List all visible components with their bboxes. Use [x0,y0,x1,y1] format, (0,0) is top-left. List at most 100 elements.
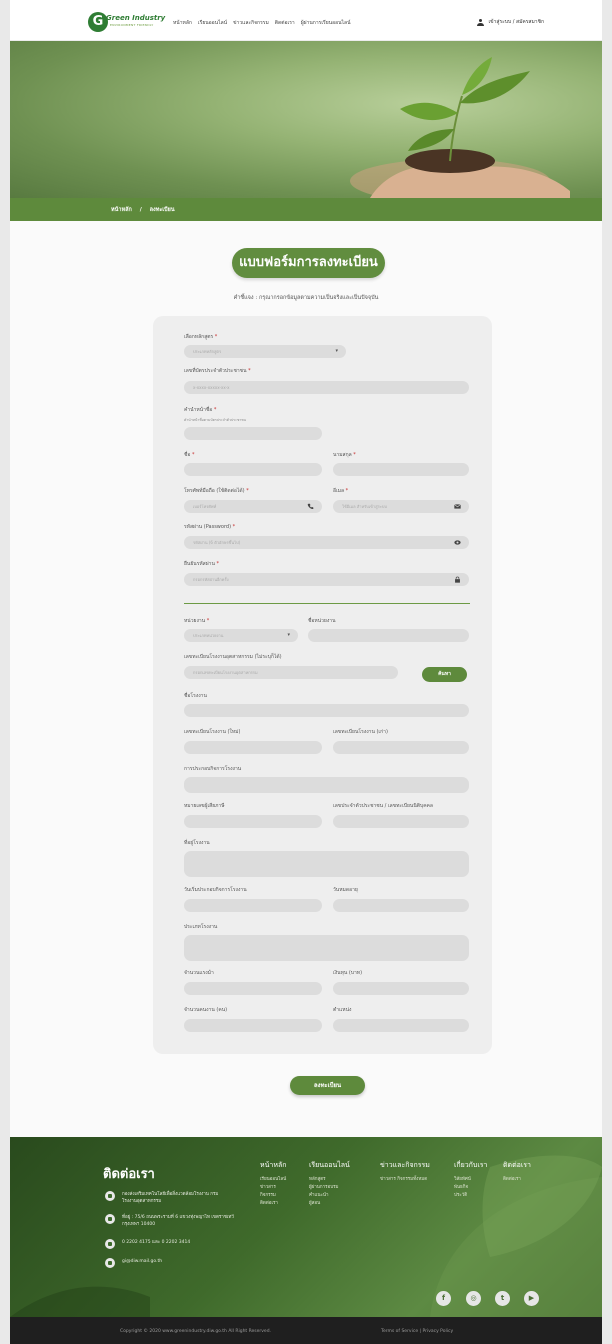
hero-plant-illustration [350,57,570,198]
facebook-icon[interactable]: f [436,1291,451,1306]
address-label: ที่อยู่โรงงาน [184,840,210,846]
address-textarea[interactable] [184,851,469,877]
footer: ติดต่อเรา กองส่งเสริมเทคโนโลยีเพื่อสิ่งแ… [10,1137,602,1317]
form-title: แบบฟอร์มการลงทะเบียน [232,248,385,278]
footer-col-home: หน้าหลัก เรียนออนไลน์ ข่าวสาร กิจกรรม ติ… [260,1161,287,1206]
prefix-hint: คำนำหน้าชื่อตามบัตรประจำตัวประชาชน [184,418,247,422]
org-label: หน่วยงาน * [184,618,210,624]
login-register-label: เข้าสู่ระบบ / สมัครสมาชิก [488,19,544,25]
confirm-password-label: ยืนยันรหัสผ่าน * [184,561,219,567]
footer-col-news: ข่าวและกิจกรรม ข่าวสาร กิจกรรมทั้งหมด [380,1161,430,1182]
position-label: ตำแหน่ง [333,1007,352,1013]
regnew-input[interactable] [184,741,322,754]
capital-label: เงินทุน (บาท) [333,970,363,976]
idcard-label: เลขที่บัตรประจำตัวประชาชน * [184,368,251,374]
email-label: อีเมล * [333,488,349,494]
idcard-input[interactable]: x-xxxx-xxxxx-xx-x [184,381,469,394]
logo-tagline: ENVIRONMENT FRIENDLY [110,23,154,27]
confirm-password-input[interactable]: กรอกรหัสผ่านอีกครั้ง [184,573,469,586]
orgname-input[interactable] [308,629,469,642]
startdate-input[interactable] [184,899,322,912]
nav-item-home[interactable]: หน้าหลัก [173,19,192,27]
instagram-icon[interactable]: ◎ [466,1291,481,1306]
copyright-text: Copyright © 2020 www.greenindustry.diw.g… [120,1329,271,1334]
horsepower-input[interactable] [184,982,322,995]
lock-icon [455,576,460,583]
green-industry-logo[interactable]: G Green Industry ENVIRONMENT FRIENDLY [88,12,168,32]
password-label: รหัสผ่าน (Password) * [184,524,236,530]
nav-item-graduates[interactable]: ผู้ผ่านการเรียนออนไลน์ [301,19,351,27]
position-input[interactable] [333,1019,469,1032]
expire-label: วันหมดอายุ [333,887,358,893]
regold-label: เลขทะเบียนโรงงาน (เก่า) [333,729,388,735]
footer-contact-org: กองส่งเสริมเทคโนโลยีเพื่อสิ่งแวดล้อมโรงง… [105,1191,230,1205]
logo-text: Green Industry [106,14,166,22]
email-input[interactable]: ใช้อีเมล สำหรับเข้าสู่ระบบ [333,500,469,513]
capital-input[interactable] [333,982,469,995]
regnew-label: เลขทะเบียนโรงงาน (ใหม่) [184,729,241,735]
prefix-label: คำนำหน้าชื่อ * [184,407,217,413]
orgname-label: ชื่อหน่วยงาน [308,618,336,624]
factorytype-input[interactable] [184,935,469,961]
business-input[interactable] [184,777,469,793]
login-register-link[interactable]: เข้าสู่ระบบ / สมัครสมาชิก [477,18,544,26]
taxid-input[interactable] [184,815,322,828]
email-icon [105,1258,115,1268]
firstname-input[interactable] [184,463,322,476]
building-icon [105,1191,115,1201]
regold-input[interactable] [333,741,469,754]
factoryname-input[interactable] [184,704,469,717]
footer-col-about: เกี่ยวกับเรา วิสัยทัศน์ พันธกิจ ประวัติ [454,1161,488,1198]
prefix-input[interactable] [184,427,322,440]
nav-item-contact[interactable]: ติดต่อเรา [275,19,295,27]
footer-col-contact: ติดต่อเรา ติดต่อเรา [503,1161,531,1182]
phone-icon [307,503,314,510]
phone-icon [105,1239,115,1249]
lastname-input[interactable] [333,463,469,476]
factoryreg-label: เลขทะเบียนโรงงานอุตสาหกรรม (ไม่ระบุก็ได้… [184,654,282,660]
footer-contact-title: ติดต่อเรา [103,1167,155,1182]
breadcrumb-current: ลงทะเบียน [149,207,175,213]
org-select[interactable]: ประเภทหน่วยงาน [184,629,298,642]
breadcrumb-separator: / [139,207,142,213]
twitter-icon[interactable]: t [495,1291,510,1306]
youtube-icon[interactable]: ▶ [524,1291,539,1306]
search-button[interactable]: ค้นหา [422,667,467,682]
workers-label: จำนวนคนงาน (คน) [184,1007,228,1013]
expire-input[interactable] [333,899,469,912]
form-instruction: คำชี้แจง : กรุณากรอกข้อมูลตามความเป็นจริ… [233,295,379,301]
envelope-icon [454,504,461,509]
main-nav: หน้าหลัก เรียนออนไลน์ ข่าวและกิจกรรม ติด… [173,19,351,27]
breadcrumb: หน้าหลัก / ลงทะเบียน [10,198,602,221]
juristic-label: เลขประจำตัวประชาชน / เลขทะเบียนนิติบุคคล [333,803,433,809]
mobile-label: โทรศัพท์มือถือ (ใช้ติดต่อได้) * [184,488,249,494]
factoryreg-input[interactable]: กรอกเลขทะเบียนโรงงานอุตสาหกรรม [184,666,398,679]
nav-item-online-learning[interactable]: เรียนออนไลน์ [198,19,227,27]
workers-input[interactable] [184,1019,322,1032]
register-submit-button[interactable]: ลงทะเบียน [290,1076,365,1095]
factoryname-label: ชื่อโรงงาน [184,693,207,699]
course-select[interactable]: ประเภทหลักสูตร [184,345,346,358]
hero-banner [10,41,602,198]
nav-item-news[interactable]: ข่าวและกิจกรรม [233,19,269,27]
lastname-label: นามสกุล * [333,452,356,458]
copyright-bar: Copyright © 2020 www.greenindustry.diw.g… [10,1317,602,1344]
juristic-input[interactable] [333,815,469,828]
footer-contact-email: gi@diw.mail.go.th [105,1258,162,1268]
horsepower-label: จำนวนแรงม้า [184,970,214,976]
course-label: เลือกหลักสูตร * [184,334,218,340]
firstname-label: ชื่อ * [184,452,195,458]
mobile-input[interactable]: เบอร์โทรศัพท์ [184,500,322,513]
user-icon [477,18,485,26]
terms-privacy-links[interactable]: Terms of Service | Privacy Policy [381,1329,453,1334]
page: G Green Industry ENVIRONMENT FRIENDLY หน… [10,0,602,1344]
location-icon [105,1214,115,1224]
startdate-label: วันเริ่มประกอบกิจการโรงงาน [184,887,247,893]
footer-col-online: เรียนออนไลน์ หลักสูตร ผู้ผ่านการอบรม คำแ… [309,1161,350,1206]
footer-contact-phone: 0 2202 4175 และ 0 2202 3414 [105,1239,190,1249]
password-input[interactable]: รหัสผ่าน (6 ตัวอักษรขึ้นไป) [184,536,469,549]
form-section-divider [184,603,470,604]
eye-icon[interactable] [454,539,461,546]
business-label: การประกอบกิจการโรงงาน [184,766,242,772]
breadcrumb-home[interactable]: หน้าหลัก [111,207,132,213]
